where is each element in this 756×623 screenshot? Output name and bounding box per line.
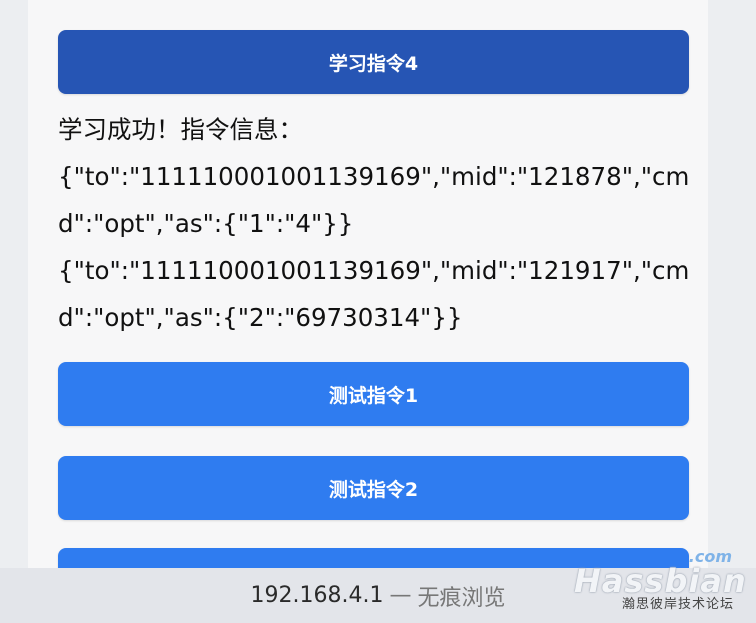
address-separator: — bbox=[389, 583, 412, 608]
result-command-2: {"to":"111110001001139169","mid":"121917… bbox=[58, 256, 690, 332]
test-command-2-label: 测试指令2 bbox=[328, 478, 419, 501]
hassbian-watermark: .com Hassbian 瀚思彼岸技术论坛 bbox=[574, 548, 747, 618]
page-content[interactable]: 学习指令4 学习成功！指令信息： {"to":"1111100010011391… bbox=[28, 0, 708, 568]
learn-command-4-label: 学习指令4 bbox=[328, 52, 419, 75]
test-command-1-label: 测试指令1 bbox=[328, 384, 419, 407]
learn-result-text: 学习成功！指令信息： {"to":"111110001001139169","m… bbox=[58, 106, 698, 341]
address-text[interactable]: 192.168.4.1 bbox=[251, 583, 384, 608]
left-margin bbox=[0, 0, 28, 568]
test-command-2-button[interactable]: 测试指令2 bbox=[58, 456, 689, 520]
test-command-1-button[interactable]: 测试指令1 bbox=[58, 362, 689, 426]
private-browsing-label: 无痕浏览 bbox=[417, 585, 506, 611]
result-command-1: {"to":"111110001001139169","mid":"121878… bbox=[58, 162, 690, 238]
right-margin bbox=[708, 0, 756, 568]
watermark-brand: Hassbian bbox=[574, 562, 747, 600]
learn-command-4-button[interactable]: 学习指令4 bbox=[58, 30, 689, 94]
result-heading: 学习成功！指令信息： bbox=[58, 115, 303, 144]
